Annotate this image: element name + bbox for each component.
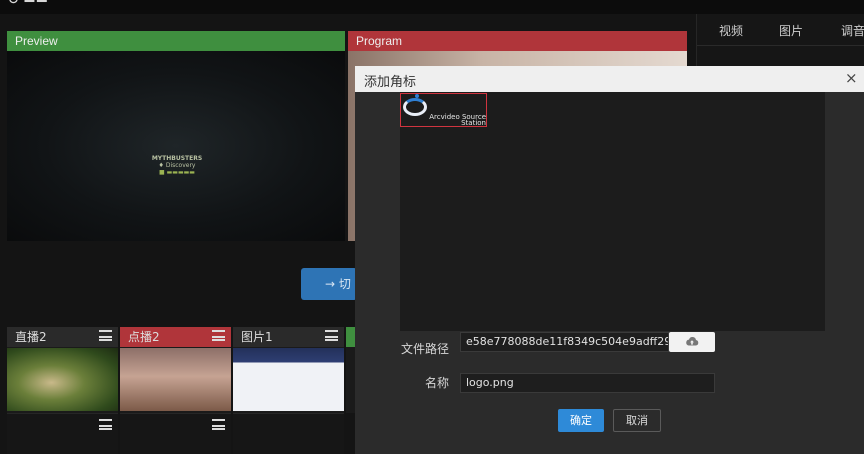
source-tile-header: 点播2 <box>120 327 231 347</box>
preview-panel: Preview MYTHBUSTERS ♦ Discovery ■ ▬▬▬▬▬ <box>7 31 345 241</box>
source-tile-empty[interactable] <box>120 413 231 454</box>
source-tile-empty[interactable] <box>233 413 344 454</box>
preview-show-tag: ■ ▬▬▬▬▬ <box>159 169 195 176</box>
source-tile-header: 直播2 <box>7 327 118 347</box>
add-logo-dialog: 添加角标 × Arcvideo Source Station 文件路径 e58e… <box>355 66 864 454</box>
source-tile-live2[interactable]: 直播2 <box>7 327 118 413</box>
confirm-button[interactable]: 确定 <box>558 409 604 432</box>
logo-preview-text: Arcvideo Source Station <box>429 113 486 127</box>
cloud-upload-icon <box>686 337 699 346</box>
tab-audio[interactable]: 调音 <box>841 22 864 39</box>
dialog-title-bar: 添加角标 × <box>355 66 864 92</box>
app-logo: ⊙ ▬▬ <box>8 0 84 7</box>
menu-icon[interactable] <box>212 330 225 341</box>
source-thumbnail <box>233 348 344 411</box>
menu-icon[interactable] <box>212 419 225 430</box>
tab-image[interactable]: 图片 <box>779 22 803 39</box>
logo-preview-area: Arcvideo Source Station <box>400 92 825 331</box>
source-tile-image1[interactable]: 图片1 <box>233 327 344 413</box>
cancel-button[interactable]: 取消 <box>613 409 661 432</box>
logo-overlay-box[interactable]: Arcvideo Source Station <box>400 93 487 127</box>
close-icon[interactable]: × <box>845 69 858 87</box>
preview-show-title: MYTHBUSTERS <box>151 155 203 162</box>
tab-video[interactable]: 视频 <box>719 22 743 39</box>
top-bar: ⊙ ▬▬ <box>0 0 864 14</box>
arcvideo-logo-icon <box>403 98 427 116</box>
preview-show-network: ♦ Discovery <box>158 162 196 169</box>
preview-screen[interactable]: MYTHBUSTERS ♦ Discovery ■ ▬▬▬▬▬ <box>7 51 345 241</box>
source-tile-empty[interactable] <box>7 413 118 454</box>
menu-icon[interactable] <box>99 330 112 341</box>
dialog-title: 添加角标 <box>364 75 417 90</box>
file-path-field[interactable]: e58e778088de11f8349c504e9adff29 <box>460 332 669 352</box>
menu-icon[interactable] <box>325 330 338 341</box>
program-header: Program <box>348 31 687 51</box>
preview-header: Preview <box>7 31 345 51</box>
source-thumbnail <box>120 348 231 411</box>
logo-dot-icon <box>415 94 419 98</box>
source-tile-label: 点播2 <box>128 330 160 344</box>
source-thumbnail <box>7 348 118 411</box>
file-path-label: 文件路径 <box>400 342 449 356</box>
preview-show-logo: MYTHBUSTERS ♦ Discovery ■ ▬▬▬▬▬ <box>143 155 211 176</box>
upload-button[interactable] <box>669 332 715 352</box>
name-label: 名称 <box>424 376 449 390</box>
name-field[interactable]: logo.png <box>460 373 715 393</box>
source-tile-header: 图片1 <box>233 327 344 347</box>
menu-icon[interactable] <box>99 419 112 430</box>
source-tile-label: 直播2 <box>15 330 47 344</box>
right-tab-bar: 视频 图片 调音 <box>697 14 864 46</box>
source-tile-vod2[interactable]: 点播2 <box>120 327 231 413</box>
source-tile-label: 图片1 <box>241 330 273 344</box>
switch-button[interactable]: → 切 <box>301 268 357 300</box>
